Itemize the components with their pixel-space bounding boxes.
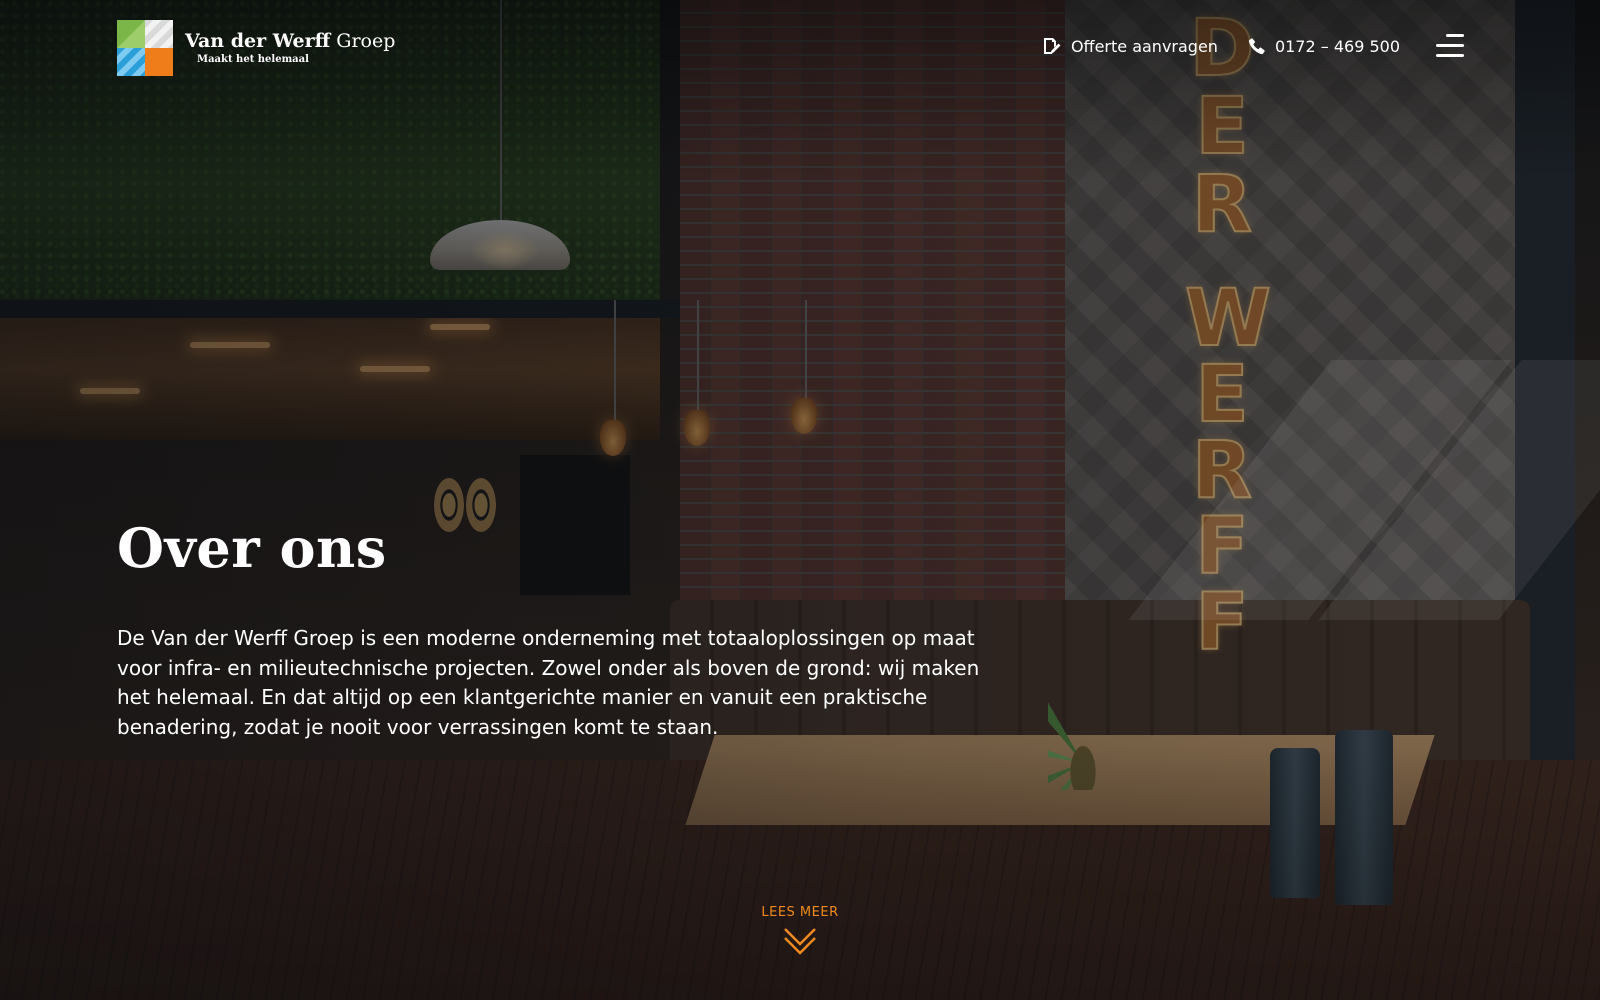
hero-content: Over ons De Van der Werff Groep is een m… bbox=[117, 512, 1017, 742]
site-header: Van der Werff Groep Maakt het helemaal O… bbox=[0, 0, 1600, 100]
logo-name: Van der Werff Groep bbox=[185, 29, 396, 52]
header-nav: Offerte aanvragen 0172 – 469 500 bbox=[1042, 32, 1600, 60]
phone-label: 0172 – 469 500 bbox=[1274, 36, 1400, 56]
quote-request-label: Offerte aanvragen bbox=[1070, 36, 1218, 56]
logo-name-regular: Groep bbox=[336, 29, 396, 52]
edit-document-icon bbox=[1043, 38, 1061, 54]
read-more-label: LEES MEER bbox=[761, 905, 839, 920]
phone-icon bbox=[1248, 38, 1265, 55]
logo-name-bold: Van der Werff bbox=[185, 29, 331, 52]
logo-mark-icon bbox=[117, 20, 173, 76]
read-more-link[interactable]: LEES MEER bbox=[740, 905, 860, 956]
logo-tagline: Maakt het helemaal bbox=[197, 53, 309, 65]
double-chevron-down-icon bbox=[784, 928, 816, 955]
quote-request-link[interactable]: Offerte aanvragen bbox=[1042, 37, 1218, 56]
page-title: Over ons bbox=[117, 516, 387, 580]
logo-text: Van der Werff Groep Maakt het helemaal bbox=[185, 29, 396, 65]
intro-paragraph: De Van der Werff Groep is een moderne on… bbox=[117, 626, 980, 739]
hamburger-menu-icon[interactable] bbox=[1436, 32, 1464, 60]
hero-section: D E R W E R F F Van der Werff Groep Maak… bbox=[0, 0, 1600, 1000]
site-logo[interactable]: Van der Werff Groep Maakt het helemaal bbox=[117, 20, 395, 76]
phone-link[interactable]: 0172 – 469 500 bbox=[1248, 37, 1400, 56]
